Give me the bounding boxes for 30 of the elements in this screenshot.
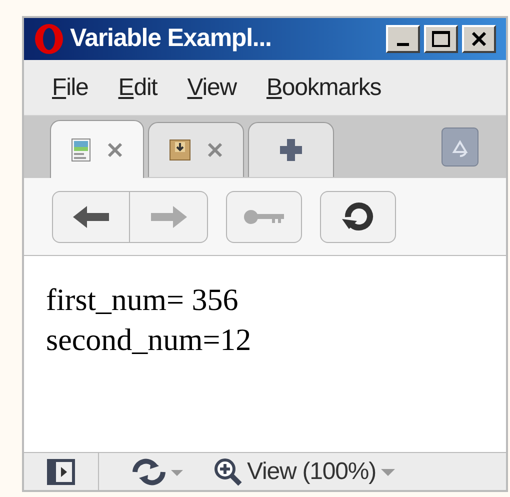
menu-item[interactable]: Edit: [118, 70, 158, 106]
browser-tab[interactable]: [148, 122, 244, 177]
menu-item[interactable]: File: [52, 70, 88, 106]
forward-arrow-icon: [148, 204, 188, 230]
browser-tab[interactable]: [50, 120, 144, 178]
key-icon: [242, 208, 286, 226]
window-title: Variable Exampl...: [70, 23, 272, 54]
close-tab-icon[interactable]: [207, 142, 223, 158]
maximize-button[interactable]: [424, 25, 458, 53]
page-icon: [71, 138, 91, 162]
close-tab-icon[interactable]: [107, 142, 123, 158]
back-arrow-icon: [71, 204, 111, 230]
panel-toggle-icon[interactable]: [46, 458, 76, 486]
output-line: second_num=12: [46, 321, 252, 359]
back-button[interactable]: [52, 190, 130, 242]
output-line: first_num= 356: [46, 281, 238, 319]
minimize-button[interactable]: [386, 25, 420, 53]
close-button[interactable]: [462, 25, 496, 53]
menu-item[interactable]: View: [187, 70, 236, 106]
reload-button[interactable]: [320, 190, 396, 242]
opera-logo-icon: [34, 23, 64, 55]
zoom-button[interactable]: View (100%): [213, 454, 396, 490]
close-icon: [471, 32, 487, 46]
dropdown-caret-icon: [380, 466, 396, 476]
minimize-icon: [397, 43, 409, 46]
download-box-icon: [169, 139, 191, 161]
maximize-icon: [432, 31, 450, 47]
new-tab-button[interactable]: [248, 122, 334, 177]
menu-item[interactable]: Bookmarks: [266, 70, 382, 106]
zoom-in-icon: [213, 456, 243, 486]
